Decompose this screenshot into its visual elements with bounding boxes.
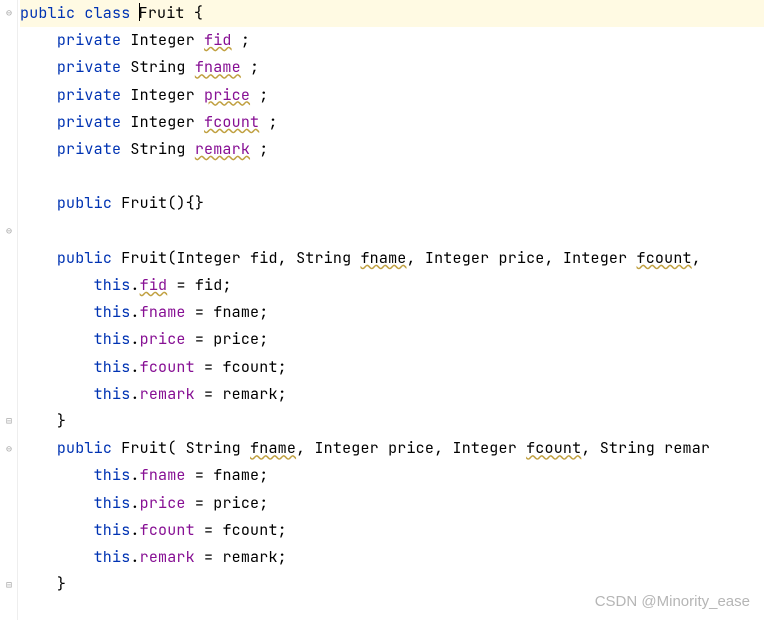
- constructor: Fruit: [121, 193, 167, 213]
- type: Integer: [130, 85, 194, 105]
- code-editor[interactable]: ⊖ ⊖ ⊟ ⊖ ⊟ public class Fruit { private I…: [0, 0, 764, 620]
- keyword: private: [57, 139, 121, 159]
- keyword: public: [57, 248, 112, 268]
- keyword: private: [57, 57, 121, 77]
- field: remark: [195, 139, 250, 159]
- punct: {: [194, 3, 203, 23]
- fold-icon[interactable]: ⊖: [4, 225, 14, 235]
- keyword: public: [57, 438, 112, 458]
- type: Integer: [130, 30, 194, 50]
- keyword: private: [57, 112, 121, 132]
- class-name: Fruit: [139, 3, 185, 23]
- keyword: class: [84, 3, 130, 23]
- brace: }: [57, 574, 66, 594]
- keyword: private: [57, 30, 121, 50]
- field: fname: [195, 57, 241, 77]
- keyword: public: [20, 3, 75, 23]
- gutter: ⊖ ⊖ ⊟ ⊖ ⊟: [0, 0, 18, 620]
- constructor: Fruit: [121, 438, 167, 458]
- type: Integer: [130, 112, 194, 132]
- code-line: public class Fruit {: [20, 0, 764, 27]
- fold-icon[interactable]: ⊟: [4, 415, 14, 425]
- keyword: public: [57, 193, 112, 213]
- fold-icon[interactable]: ⊖: [4, 7, 14, 17]
- fold-icon[interactable]: ⊖: [4, 443, 14, 453]
- field: fid: [204, 30, 232, 50]
- keyword: private: [57, 85, 121, 105]
- type: String: [130, 57, 185, 77]
- fold-icon[interactable]: ⊟: [4, 579, 14, 589]
- field: price: [204, 85, 250, 105]
- brace: }: [57, 411, 66, 431]
- constructor: Fruit: [121, 248, 167, 268]
- field: fcount: [204, 112, 259, 132]
- code-content[interactable]: public class Fruit { private Integer fid…: [18, 0, 764, 620]
- type: String: [130, 139, 185, 159]
